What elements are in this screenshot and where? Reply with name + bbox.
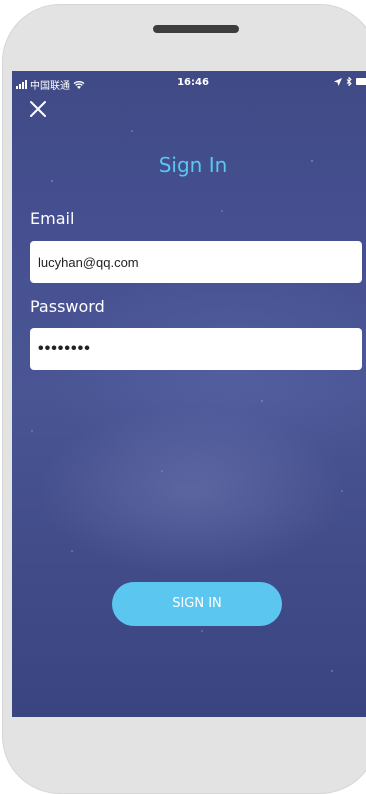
- close-icon: [30, 101, 46, 117]
- speaker-slot: [153, 25, 239, 33]
- status-right: [334, 77, 366, 86]
- status-bar: 中国联通 16:46: [12, 75, 366, 92]
- bluetooth-icon: [346, 77, 352, 86]
- password-field[interactable]: ••••••••: [30, 328, 362, 370]
- phone-frame: 中国联通 16:46 Sign In Email lucyhan@qq.com …: [2, 4, 366, 794]
- close-button[interactable]: [28, 99, 48, 119]
- status-time: 16:46: [177, 77, 209, 88]
- email-field[interactable]: lucyhan@qq.com: [30, 241, 362, 283]
- password-label: Password: [30, 297, 105, 316]
- battery-icon: [356, 78, 366, 85]
- location-arrow-icon: [334, 77, 342, 86]
- app-screen: 中国联通 16:46 Sign In Email lucyhan@qq.com …: [12, 71, 366, 717]
- sign-in-button[interactable]: SIGN IN: [112, 582, 282, 626]
- email-label: Email: [30, 209, 75, 228]
- page-title: Sign In: [158, 153, 228, 177]
